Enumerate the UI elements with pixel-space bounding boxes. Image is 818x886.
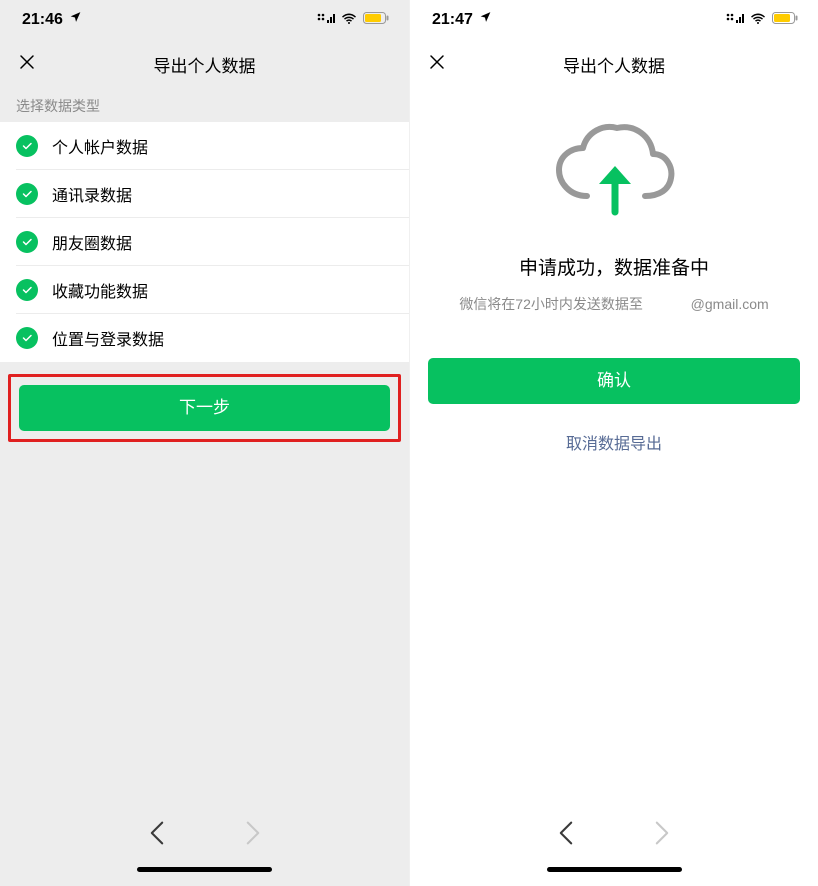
highlight-frame: 下一步 bbox=[8, 374, 401, 442]
status-bar: 21:46 bbox=[0, 0, 409, 40]
nav-header: 导出个人数据 bbox=[410, 40, 818, 88]
success-block: 申请成功，数据准备中 微信将在72小时内发送数据至 @gmail.com 确认 … bbox=[410, 88, 818, 454]
success-subtitle: 微信将在72小时内发送数据至 @gmail.com bbox=[439, 294, 788, 314]
check-icon bbox=[16, 135, 38, 157]
next-button[interactable]: 下一步 bbox=[19, 385, 390, 431]
nav-header: 导出个人数据 bbox=[0, 40, 409, 88]
cloud-upload-icon bbox=[549, 118, 679, 223]
status-right bbox=[726, 11, 798, 29]
check-icon bbox=[16, 279, 38, 301]
list-item-label: 朋友圈数据 bbox=[52, 230, 132, 254]
bottom-nav bbox=[0, 806, 409, 886]
list-item[interactable]: 通讯录数据 bbox=[0, 170, 409, 218]
list-item-label: 个人帐户数据 bbox=[52, 134, 148, 158]
close-icon[interactable] bbox=[18, 53, 36, 75]
list-item[interactable]: 朋友圈数据 bbox=[0, 218, 409, 266]
check-icon bbox=[16, 231, 38, 253]
list-item-label: 通讯录数据 bbox=[52, 182, 132, 206]
confirm-button[interactable]: 确认 bbox=[428, 358, 800, 404]
close-icon[interactable] bbox=[428, 53, 446, 75]
success-title: 申请成功，数据准备中 bbox=[519, 253, 709, 280]
list-item[interactable]: 位置与登录数据 bbox=[0, 314, 409, 362]
screen-success: 21:47 导出个人数据 bbox=[409, 0, 818, 886]
status-right bbox=[317, 11, 389, 29]
forward-icon[interactable] bbox=[654, 820, 670, 851]
status-bar: 21:47 bbox=[410, 0, 818, 40]
section-header: 选择数据类型 bbox=[0, 88, 409, 122]
battery-icon bbox=[772, 11, 798, 29]
screen-select-data: 21:46 导出个人数据 选择数据类型 个人帐户数据 bbox=[0, 0, 409, 886]
forward-icon[interactable] bbox=[245, 820, 261, 851]
list-item-label: 位置与登录数据 bbox=[52, 326, 164, 350]
data-type-list: 个人帐户数据 通讯录数据 朋友圈数据 收藏功能数据 位置与登录数据 bbox=[0, 122, 409, 362]
bottom-nav bbox=[410, 806, 818, 886]
wifi-icon bbox=[341, 11, 357, 29]
back-icon[interactable] bbox=[149, 820, 165, 851]
success-subtitle-prefix: 微信将在72小时内发送数据至 bbox=[459, 296, 643, 312]
status-left: 21:46 bbox=[22, 11, 82, 29]
wifi-icon bbox=[750, 11, 766, 29]
signal-icon bbox=[726, 11, 744, 29]
back-icon[interactable] bbox=[558, 820, 574, 851]
page-title: 导出个人数据 bbox=[154, 52, 256, 77]
status-left: 21:47 bbox=[432, 11, 492, 29]
check-icon bbox=[16, 327, 38, 349]
battery-icon bbox=[363, 11, 389, 29]
cancel-export-link[interactable]: 取消数据导出 bbox=[410, 430, 818, 454]
status-time: 21:46 bbox=[22, 11, 63, 29]
list-item[interactable]: 收藏功能数据 bbox=[0, 266, 409, 314]
location-icon bbox=[479, 11, 492, 29]
status-time: 21:47 bbox=[432, 11, 473, 29]
home-indicator[interactable] bbox=[137, 867, 272, 872]
home-indicator[interactable] bbox=[547, 867, 682, 872]
success-email: @gmail.com bbox=[691, 296, 769, 312]
list-item-label: 收藏功能数据 bbox=[52, 278, 148, 302]
list-item[interactable]: 个人帐户数据 bbox=[0, 122, 409, 170]
check-icon bbox=[16, 183, 38, 205]
location-icon bbox=[69, 11, 82, 29]
page-title: 导出个人数据 bbox=[563, 52, 665, 77]
signal-icon bbox=[317, 11, 335, 29]
